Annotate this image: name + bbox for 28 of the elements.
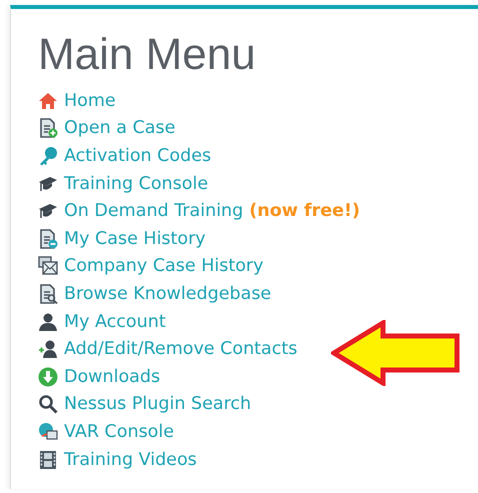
menu-link[interactable]: My Case History bbox=[64, 228, 206, 249]
menu-link[interactable]: Company Case History bbox=[64, 256, 264, 276]
download-icon bbox=[38, 366, 58, 387]
menu-link[interactable]: Home bbox=[64, 90, 116, 111]
menu-link[interactable]: Browse Knowledgebase bbox=[64, 284, 272, 304]
key-icon bbox=[38, 146, 58, 166]
free-note: (now free!) bbox=[249, 201, 360, 222]
film-icon bbox=[38, 450, 58, 470]
menu-link[interactable]: My Account bbox=[64, 312, 166, 332]
menu-link[interactable]: Add/Edit/Remove Contacts bbox=[64, 339, 298, 360]
person-plus-icon bbox=[38, 339, 58, 360]
menu-link[interactable]: Training Videos bbox=[64, 450, 197, 470]
menu-link[interactable]: Activation Codes bbox=[64, 146, 212, 166]
globe-monitor-icon bbox=[38, 422, 58, 442]
document-minus-icon bbox=[38, 228, 58, 249]
document-magnifier-icon bbox=[38, 284, 58, 304]
menu-link[interactable]: On Demand Training bbox=[64, 201, 244, 222]
menu-link[interactable]: Nessus Plugin Search bbox=[64, 394, 252, 414]
menu-link[interactable]: Downloads bbox=[64, 366, 160, 387]
envelope-stack-icon bbox=[38, 256, 58, 276]
person-icon bbox=[38, 312, 58, 332]
menu-link[interactable]: Training Console bbox=[64, 174, 208, 194]
menu-link[interactable]: Open a Case bbox=[64, 118, 176, 138]
menu-title: Main Menu bbox=[38, 29, 257, 81]
search-icon bbox=[38, 394, 58, 414]
document-plus-icon bbox=[38, 118, 58, 138]
house-icon bbox=[38, 90, 58, 111]
menu-link[interactable]: VAR Console bbox=[64, 422, 174, 442]
